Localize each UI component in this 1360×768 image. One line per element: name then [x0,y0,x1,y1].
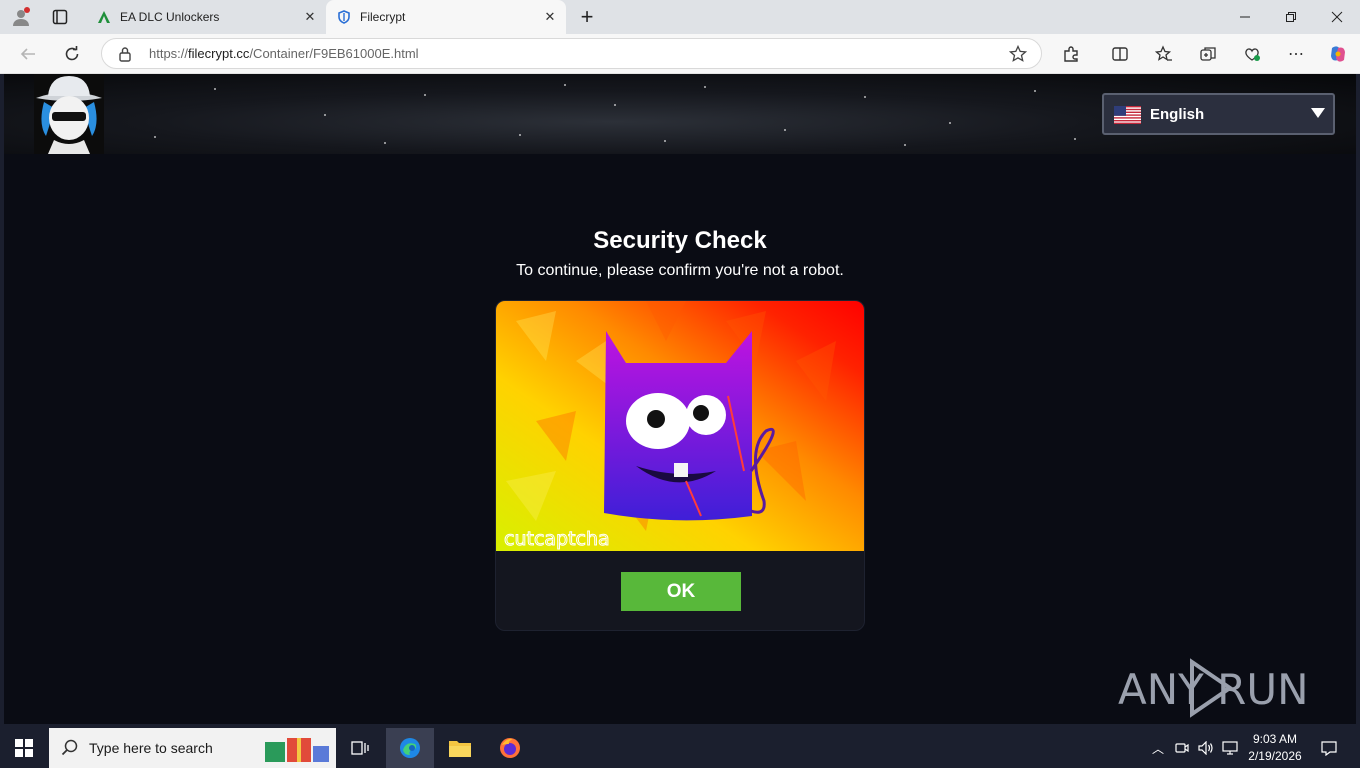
tab-title: Filecrypt [360,10,406,24]
taskbar-search-box[interactable]: Type here to search [49,728,336,768]
show-hidden-icons-chevron[interactable]: ︿ [1146,728,1170,768]
new-tab-button[interactable]: + [575,4,599,29]
close-tab-icon[interactable]: ✕ [542,9,558,25]
copilot-icon[interactable] [1326,42,1350,66]
us-flag-icon [1114,106,1141,124]
language-selector[interactable]: English [1102,93,1335,135]
url-text[interactable]: https://filecrypt.cc/Container/F9EB61000… [149,46,419,61]
more-options-icon[interactable]: ⋯ [1284,42,1308,66]
address-bar[interactable]: https://filecrypt.cc/Container/F9EB61000… [101,38,1042,69]
firefox-icon[interactable] [486,728,534,768]
shield-icon [336,9,352,25]
web-page: English Security Check To continue, plea… [4,74,1356,724]
clock-time: 9:03 AM [1252,732,1298,746]
network-icon[interactable] [1218,728,1242,768]
anyrun-logo-icon: ANY RUN [1118,658,1309,718]
volume-icon[interactable] [1194,728,1218,768]
tab-title: EA DLC Unlockers [120,10,220,24]
windows-start-icon[interactable] [0,728,48,768]
search-icon [61,739,78,756]
page-header: English [4,74,1356,154]
back-arrow-icon[interactable] [16,42,40,66]
minimize-button[interactable] [1222,0,1268,34]
captcha-brand: cutcaptcha [504,528,610,550]
taskbar: Type here to search ︿ 9:03 AM 2/19/2026 [0,728,1360,768]
language-label: English [1150,106,1205,123]
lock-icon[interactable] [118,46,132,67]
watermark-text: ANY RUN [1118,665,1309,714]
restore-button[interactable] [1268,0,1314,34]
tab-filecrypt[interactable]: Filecrypt ✕ [326,0,566,34]
file-explorer-icon[interactable] [436,728,484,768]
split-screen-icon[interactable] [1108,42,1132,66]
clock-date: 2/19/2026 [1248,749,1302,763]
tab-actions-icon[interactable] [48,5,72,29]
profile-icon[interactable] [8,5,34,29]
tab-ea-dlc-unlockers[interactable]: EA DLC Unlockers ✕ [86,0,326,34]
edge-taskbar-icon[interactable] [386,728,434,768]
task-view-icon[interactable] [336,728,384,768]
close-tab-icon[interactable]: ✕ [302,9,318,25]
gift-boxes-icon [265,738,329,762]
notifications-icon[interactable] [1314,728,1344,768]
favorite-star-icon[interactable] [1008,44,1028,68]
ok-button[interactable]: OK [621,572,741,611]
anyrun-watermark: ANY RUN [1118,654,1318,724]
close-window-button[interactable] [1314,0,1360,34]
favorites-icon[interactable] [1152,42,1176,66]
page-subtitle: To continue, please confirm you're not a… [516,262,844,279]
dropdown-caret-icon [1311,108,1325,118]
navigation-bar: https://filecrypt.cc/Container/F9EB61000… [0,34,1360,74]
collections-icon[interactable] [1196,42,1220,66]
site-logo-mascot[interactable] [34,74,104,154]
meet-now-icon[interactable] [1170,728,1194,768]
search-placeholder: Type here to search [89,740,213,756]
green-a-icon [96,9,112,25]
tab-strip: EA DLC Unlockers ✕ Filecrypt ✕ + [0,0,1360,34]
taskbar-clock[interactable]: 9:03 AM 2/19/2026 [1240,731,1310,765]
captcha-widget: cutcaptcha OK [495,300,865,631]
browser-essentials-icon[interactable] [1240,42,1264,66]
extensions-icon[interactable] [1059,42,1083,66]
page-title: Security Check [593,227,767,254]
refresh-icon[interactable] [60,42,84,66]
captcha-image[interactable]: cutcaptcha [496,301,865,551]
